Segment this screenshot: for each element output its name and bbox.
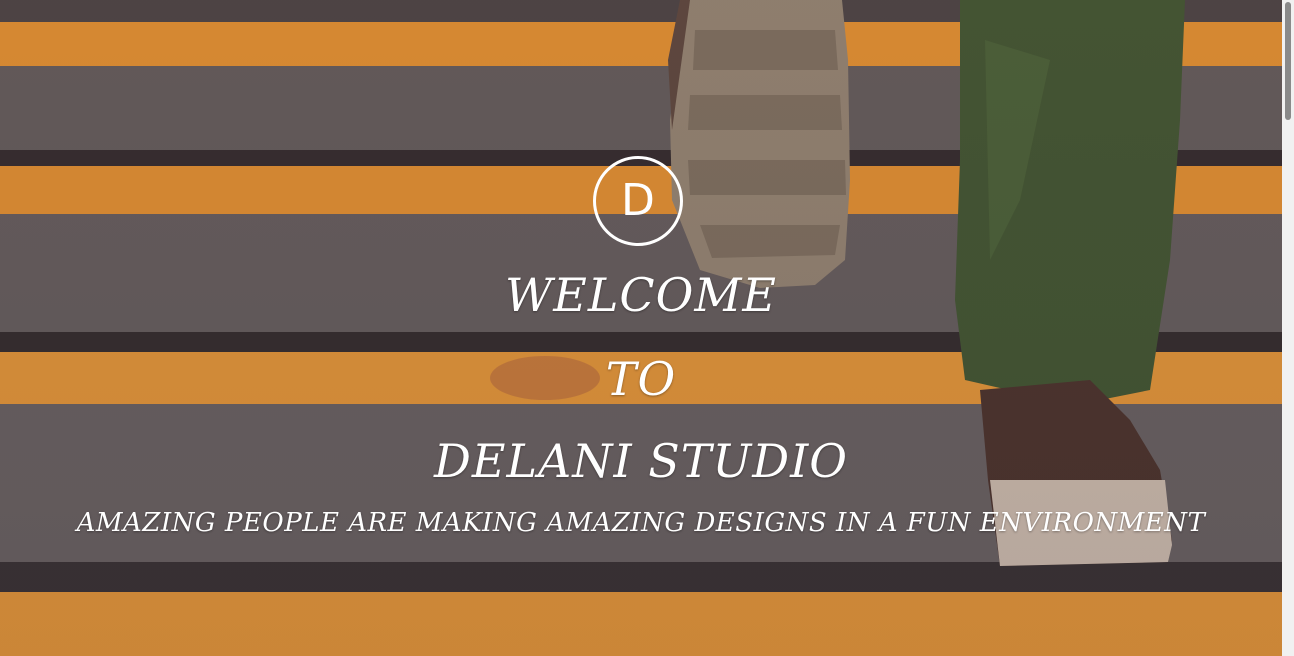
headline-welcome: WELCOME [505,268,777,322]
studio-logo[interactable]: D [593,156,683,246]
headline-studio-name: DELANI STUDIO [434,434,848,488]
hero-tagline: AMAZING PEOPLE ARE MAKING AMAZING DESIGN… [76,508,1206,538]
hero-section: D WELCOME TO DELANI STUDIO AMAZING PEOPL… [0,0,1282,656]
hero-tint-overlay [0,0,1282,656]
page-scrollbar[interactable] [1282,0,1294,656]
headline-to: TO [605,352,677,406]
scrollbar-thumb[interactable] [1285,2,1291,120]
